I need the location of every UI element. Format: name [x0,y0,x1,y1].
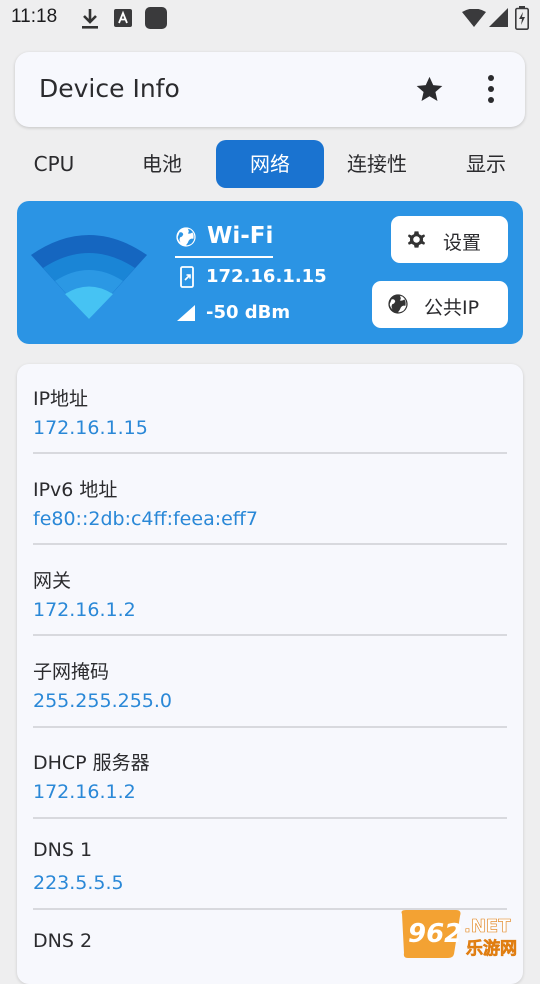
download-icon [82,9,98,29]
public-ip-button-label: 公共IP [424,297,480,319]
wifi-graphic-icon [31,235,147,319]
tab-cpu[interactable]: CPU [14,140,94,188]
settings-button-label: 设置 [443,232,482,254]
network-details-list: IP地址 172.16.1.15 IPv6 地址 fe80::2db:c4ff:… [17,364,523,984]
gear-icon [407,231,426,248]
cell-signal-icon [489,8,508,27]
app-title: Device Info [39,74,180,103]
tab-network[interactable]: 网络 [216,140,324,188]
globe-icon [176,227,196,247]
watermark-suffix: .NET [464,916,511,937]
detail-value: 172.16.1.2 [33,599,136,621]
tab-display[interactable]: 显示 [450,140,522,188]
globe-icon [388,294,408,314]
wifi-signal-icon [462,9,486,27]
app-square-icon [145,7,167,29]
detail-label: IPv6 地址 [33,479,118,501]
divider [33,452,507,454]
detail-value: 255.255.255.0 [33,690,173,712]
detail-value: 223.5.5.5 [33,872,124,894]
tab-bar: CPU 电池 网络 连接性 显示 [0,140,540,188]
wifi-title-underline [175,256,273,258]
star-icon[interactable] [415,75,444,104]
tab-battery[interactable]: 电池 [118,140,206,188]
wifi-ip-value: 172.16.1.15 [206,266,327,287]
battery-charging-icon [515,6,529,30]
detail-label: DNS 2 [33,930,93,952]
detail-value: 172.16.1.2 [33,781,136,803]
divider [33,543,507,545]
detail-label: 网关 [33,570,72,592]
app-bar: Device Info [15,52,525,127]
wifi-signal-value: -50 dBm [206,302,291,323]
divider [33,726,507,728]
phone-link-icon [180,266,194,288]
site-watermark-logo: 962 .NET 乐游网 [401,910,517,959]
more-vert-icon[interactable] [481,74,501,104]
watermark-cn: 乐游网 [466,938,517,959]
detail-label: 子网掩码 [33,661,110,683]
detail-label: DNS 1 [33,839,93,861]
settings-button[interactable]: 设置 [391,216,508,263]
detail-label: DHCP 服务器 [33,752,150,774]
detail-value: fe80::2db:c4ff:feea:eff7 [33,508,258,530]
signal-strength-icon [177,305,195,321]
divider [33,634,507,636]
font-app-icon [114,9,132,27]
watermark-number: 962 [408,919,462,949]
wifi-title: Wi-Fi [207,223,274,249]
detail-label: IP地址 [33,388,89,410]
divider [33,817,507,819]
detail-value: 172.16.1.15 [33,417,148,439]
status-time: 11:18 [11,6,58,27]
tab-connectivity[interactable]: 连接性 [334,140,420,188]
status-bar: 11:18 [0,0,540,38]
wifi-card: Wi-Fi 172.16.1.15 -50 dBm 设置 公共IP [17,201,523,344]
public-ip-button[interactable]: 公共IP [372,281,508,328]
